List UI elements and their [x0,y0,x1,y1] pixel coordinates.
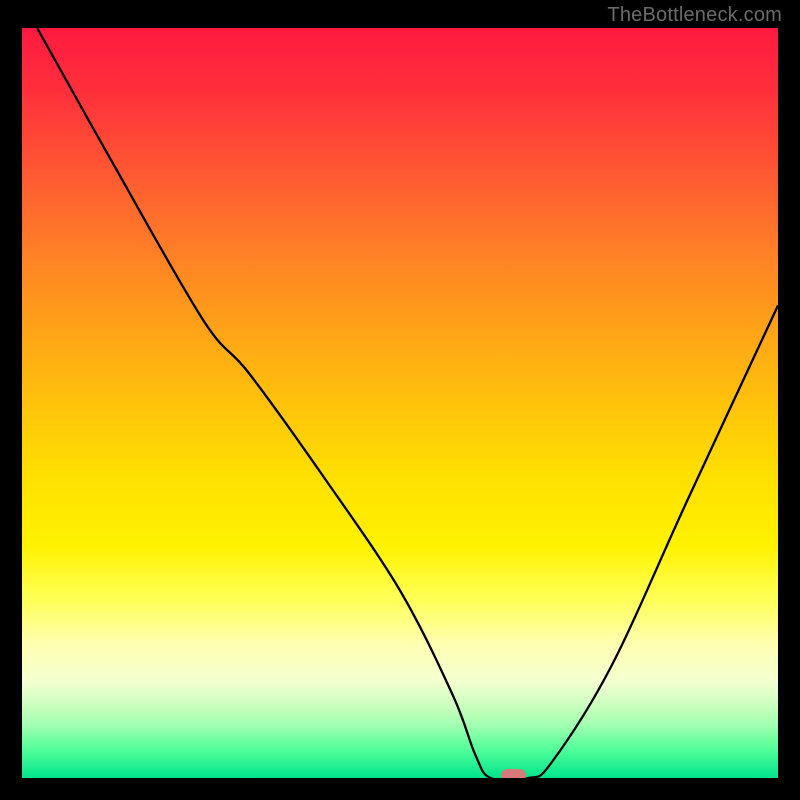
chart-container: TheBottleneck.com [0,0,800,800]
plot-area [22,28,778,778]
watermark-text: TheBottleneck.com [607,4,782,27]
optimum-marker [501,769,526,778]
bottleneck-curve [22,28,778,778]
